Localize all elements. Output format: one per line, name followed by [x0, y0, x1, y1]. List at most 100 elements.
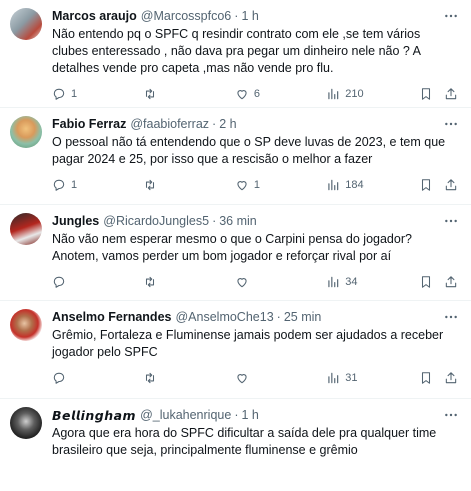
reply-button[interactable]: 1 [52, 87, 143, 101]
action-bar: 31 [52, 365, 459, 391]
retweet-button[interactable] [143, 371, 234, 385]
share-icon [445, 372, 456, 384]
share-button[interactable] [444, 178, 459, 192]
tweet[interactable]: Marcos araujo @Marcosspfco6 · 1 h Não en… [0, 0, 471, 108]
view-count: 184 [345, 179, 364, 191]
author-name[interactable]: Marcos araujo [52, 9, 137, 23]
views-button[interactable]: 184 [326, 178, 418, 192]
timestamp[interactable]: 2 h [219, 117, 236, 131]
like-button[interactable] [235, 275, 326, 289]
author-handle[interactable]: @Marcosspfco6 [141, 9, 232, 23]
reply-button[interactable] [52, 275, 143, 289]
timestamp[interactable]: 36 min [219, 214, 257, 228]
retweet-icon [146, 179, 155, 191]
more-options-icon[interactable] [443, 309, 459, 325]
retweet-button[interactable] [143, 275, 234, 289]
view-count: 210 [345, 88, 364, 100]
tweet-header: 𝘽𝙚𝙡𝙡𝙞𝙣𝙜𝙝𝙖𝙢 @_lukahenrique · 1 h [52, 407, 459, 423]
author-name[interactable]: Fabio Ferraz [52, 117, 126, 131]
action-bar: 1 1 184 [52, 172, 459, 198]
heart-icon [237, 278, 247, 288]
tweet-text: Não vão nem esperar mesmo o que o Carpin… [52, 232, 412, 263]
tweet-text: Não entendo pq o SPFC q resindir contrat… [52, 27, 421, 75]
tweet-header: Fabio Ferraz @faabioferraz · 2 h [52, 116, 459, 132]
separator-dot: · [234, 9, 239, 23]
reply-icon [53, 88, 65, 100]
share-icon [445, 276, 456, 288]
retweet-icon [146, 88, 155, 100]
more-options-icon[interactable] [443, 407, 459, 423]
tweet[interactable]: Fabio Ferraz @faabioferraz · 2 h O pesso… [0, 108, 471, 205]
view-count: 31 [345, 372, 358, 384]
heart-icon [237, 181, 247, 191]
share-button[interactable] [444, 87, 459, 101]
heart-icon [237, 374, 247, 384]
bookmark-icon [421, 179, 430, 191]
author-name[interactable]: 𝘽𝙚𝙡𝙡𝙞𝙣𝙜𝙝𝙖𝙢 [52, 408, 136, 423]
view-count: 34 [345, 276, 358, 288]
tweet[interactable]: Anselmo Fernandes @AnselmoChe13 · 25 min… [0, 301, 471, 399]
reply-icon [53, 372, 65, 384]
tweet-text: Grêmio, Fortaleza e Fluminense jamais po… [52, 328, 444, 359]
retweet-icon [146, 372, 155, 384]
like-count: 6 [253, 88, 260, 100]
separator-dot: · [212, 117, 217, 131]
reply-button[interactable]: 1 [52, 178, 143, 192]
views-icon [328, 88, 339, 100]
views-icon [328, 372, 339, 384]
like-button[interactable]: 6 [235, 87, 326, 101]
author-name[interactable]: Anselmo Fernandes [52, 310, 171, 324]
tweet[interactable]: 𝘽𝙚𝙡𝙡𝙞𝙣𝙜𝙝𝙖𝙢 @_lukahenrique · 1 h Agora qu… [0, 399, 471, 491]
like-count: 1 [253, 179, 260, 191]
author-handle[interactable]: @_lukahenrique [140, 408, 231, 422]
views-button[interactable]: 31 [326, 371, 418, 385]
bookmark-icon [421, 276, 430, 288]
avatar[interactable] [10, 407, 42, 439]
action-bar: 34 [52, 269, 459, 295]
retweet-button[interactable] [143, 178, 234, 192]
like-button[interactable]: 1 [235, 178, 326, 192]
views-icon [328, 276, 339, 288]
more-options-icon[interactable] [443, 8, 459, 24]
reply-button[interactable] [52, 371, 143, 385]
reply-icon [53, 179, 65, 191]
tweet[interactable]: Jungles @RicardoJungles5 · 36 min Não vã… [0, 205, 471, 301]
reply-count: 1 [71, 179, 78, 191]
reply-feed: Marcos araujo @Marcosspfco6 · 1 h Não en… [0, 0, 471, 491]
views-button[interactable]: 34 [326, 275, 418, 289]
timestamp[interactable]: 1 h [241, 9, 258, 23]
author-handle[interactable]: @AnselmoChe13 [175, 310, 273, 324]
author-handle[interactable]: @faabioferraz [130, 117, 209, 131]
avatar[interactable] [10, 309, 42, 341]
timestamp[interactable]: 1 h [241, 408, 258, 422]
bookmark-button[interactable] [419, 87, 444, 101]
author-name[interactable]: Jungles [52, 214, 99, 228]
tweet-header: Marcos araujo @Marcosspfco6 · 1 h [52, 8, 459, 24]
more-options-icon[interactable] [443, 213, 459, 229]
share-button[interactable] [444, 371, 459, 385]
bookmark-button[interactable] [419, 275, 444, 289]
like-button[interactable] [235, 371, 326, 385]
author-handle[interactable]: @RicardoJungles5 [103, 214, 209, 228]
tweet-text: Agora que era hora do SPFC dificultar a … [52, 426, 437, 457]
separator-dot: · [276, 310, 281, 324]
share-icon [445, 179, 456, 191]
separator-dot: · [212, 214, 217, 228]
avatar[interactable] [10, 8, 42, 40]
bookmark-button[interactable] [419, 371, 444, 385]
more-options-icon[interactable] [443, 116, 459, 132]
share-icon [445, 88, 456, 100]
bookmark-button[interactable] [419, 178, 444, 192]
avatar[interactable] [10, 213, 42, 245]
tweet-text: O pessoal não tá entendendo que o SP dev… [52, 135, 446, 166]
views-button[interactable]: 210 [326, 87, 418, 101]
heart-icon [237, 90, 247, 100]
separator-dot: · [234, 408, 239, 422]
timestamp[interactable]: 25 min [284, 310, 322, 324]
bookmark-icon [421, 372, 430, 384]
tweet-header: Anselmo Fernandes @AnselmoChe13 · 25 min [52, 309, 459, 325]
share-button[interactable] [444, 275, 459, 289]
retweet-button[interactable] [143, 87, 234, 101]
reply-icon [53, 276, 65, 288]
avatar[interactable] [10, 116, 42, 148]
